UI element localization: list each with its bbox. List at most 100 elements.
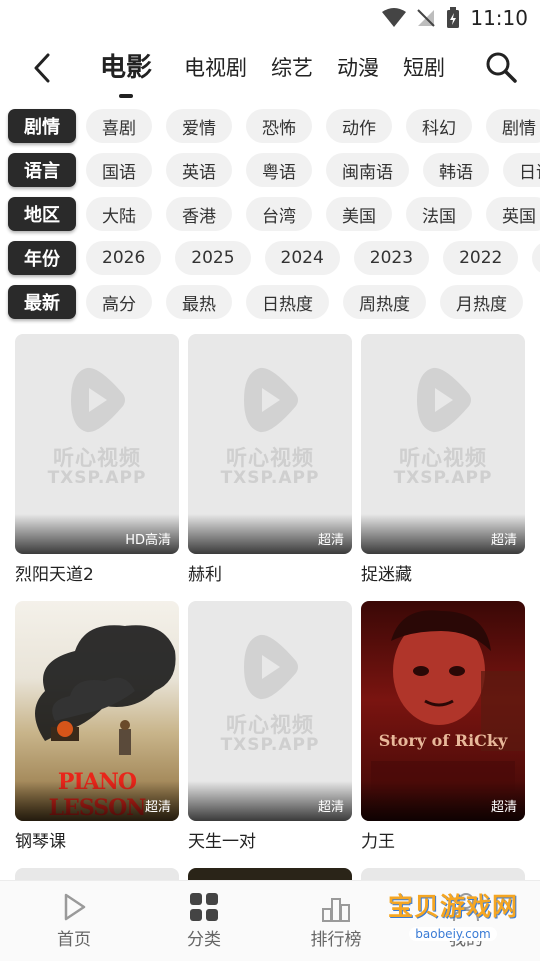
quality-badge: HD高清 bbox=[125, 533, 171, 548]
movie-card[interactable]: PIANO LESSON 超清 钢琴课 bbox=[15, 601, 179, 853]
filter-panel: 剧情 喜剧 爱情 恐怖 动作 科幻 剧情 语言 国语 英语 粤语 闽南语 韩语 … bbox=[0, 104, 540, 324]
watermark-logo: 宝贝游戏网 baobeiy.com bbox=[388, 887, 518, 942]
quality-badge: 超清 bbox=[317, 533, 344, 548]
movie-card-partial[interactable] bbox=[188, 868, 352, 880]
movie-card[interactable]: 听心视频 TXSP.APP 超清 赫利 bbox=[188, 334, 352, 586]
bottom-nav-label: 首页 bbox=[57, 930, 91, 950]
quality-badge: 超清 bbox=[490, 800, 517, 815]
filter-chip[interactable]: 英国 bbox=[486, 197, 540, 231]
ranking-icon bbox=[322, 898, 350, 922]
filter-row-year: 年份 2026 2025 2024 2023 2022 2021 bbox=[0, 236, 540, 280]
tab-short-drama[interactable]: 短剧 bbox=[403, 46, 445, 90]
poster-image: PIANO LESSON 超清 bbox=[15, 601, 179, 821]
poster-placeholder bbox=[361, 868, 525, 880]
filter-chip[interactable]: 2024 bbox=[264, 241, 340, 275]
bottom-nav-ranking[interactable]: 排行榜 bbox=[276, 891, 396, 950]
category-tabs: 电影 电视剧 综艺 动漫 短剧 bbox=[92, 46, 469, 98]
filter-chip[interactable]: 粤语 bbox=[246, 153, 312, 187]
filter-row-genre: 剧情 喜剧 爱情 恐怖 动作 科幻 剧情 bbox=[0, 104, 540, 148]
quality-badge: 超清 bbox=[317, 800, 344, 815]
tab-anime[interactable]: 动漫 bbox=[337, 46, 379, 90]
movie-title: 烈阳天道2 bbox=[15, 565, 94, 585]
movie-card-partial[interactable] bbox=[15, 868, 179, 880]
status-icons: 11:10 bbox=[382, 6, 528, 30]
poster-placeholder: 听心视频 TXSP.APP 超清 bbox=[361, 334, 525, 554]
watermark-sub: baobeiy.com bbox=[409, 927, 497, 941]
filter-row-sort: 最新 高分 最热 日热度 周热度 月热度 bbox=[0, 280, 540, 324]
tab-movie[interactable]: 电影 bbox=[100, 46, 152, 98]
placeholder-brand-en: TXSP.APP bbox=[393, 468, 493, 488]
filter-label-year: 年份 bbox=[8, 241, 76, 275]
placeholder-brand-en: TXSP.APP bbox=[47, 468, 147, 488]
movie-title: 捉迷藏 bbox=[361, 565, 412, 585]
filter-chip[interactable]: 台湾 bbox=[246, 197, 312, 231]
bottom-nav-home[interactable]: 首页 bbox=[14, 891, 134, 950]
search-icon bbox=[486, 52, 517, 83]
filter-chip[interactable]: 美国 bbox=[326, 197, 392, 231]
filter-chip[interactable]: 喜剧 bbox=[86, 109, 152, 143]
filter-chip[interactable]: 爱情 bbox=[166, 109, 232, 143]
bottom-nav-label: 排行榜 bbox=[310, 930, 362, 950]
filter-chip[interactable]: 最热 bbox=[166, 285, 232, 319]
movie-card[interactable]: 听心视频 TXSP.APP 超清 天生一对 bbox=[188, 601, 352, 853]
filter-chip[interactable]: 2023 bbox=[353, 241, 430, 275]
filter-chip[interactable]: 剧情 bbox=[486, 109, 540, 143]
movie-title: 力王 bbox=[361, 832, 395, 852]
movie-title: 钢琴课 bbox=[15, 832, 66, 852]
filter-chip[interactable]: 2026 bbox=[86, 241, 162, 275]
play-logo-icon bbox=[244, 634, 298, 700]
top-nav: 电影 电视剧 综艺 动漫 短剧 bbox=[0, 38, 540, 102]
filter-label-region: 地区 bbox=[8, 197, 76, 231]
filter-chip[interactable]: 月热度 bbox=[440, 285, 523, 319]
filter-chip[interactable]: 2022 bbox=[443, 241, 519, 275]
poster-title-text: Story of RiCky bbox=[378, 731, 508, 750]
filter-chip[interactable]: 日语 bbox=[503, 153, 540, 187]
filter-chip[interactable]: 科幻 bbox=[406, 109, 472, 143]
movie-card[interactable]: 听心视频 TXSP.APP 超清 捉迷藏 bbox=[361, 334, 525, 586]
filter-chip[interactable]: 闽南语 bbox=[326, 153, 409, 187]
filter-chip[interactable]: 英语 bbox=[166, 153, 232, 187]
movie-card[interactable]: Story of RiCky 超清 力王 bbox=[361, 601, 525, 853]
quality-badge: 超清 bbox=[144, 800, 171, 815]
filter-chip[interactable]: 法国 bbox=[406, 197, 472, 231]
filter-chip[interactable]: 香港 bbox=[166, 197, 232, 231]
tab-tv-series[interactable]: 电视剧 bbox=[184, 46, 247, 90]
movie-title: 赫利 bbox=[188, 565, 222, 585]
filter-chip[interactable]: 国语 bbox=[86, 153, 152, 187]
filter-chip[interactable]: 韩语 bbox=[423, 153, 489, 187]
poster-placeholder bbox=[15, 868, 179, 880]
placeholder-brand-en: TXSP.APP bbox=[220, 468, 320, 488]
bottom-nav-category[interactable]: 分类 bbox=[144, 891, 264, 950]
search-button[interactable] bbox=[484, 50, 518, 84]
poster-image bbox=[188, 868, 352, 880]
filter-chip[interactable]: 恐怖 bbox=[246, 109, 312, 143]
filter-chip[interactable]: 2021 bbox=[532, 241, 540, 275]
filter-chip[interactable]: 动作 bbox=[326, 109, 392, 143]
filter-chip[interactable]: 高分 bbox=[86, 285, 152, 319]
play-logo-icon bbox=[244, 367, 298, 433]
movie-card-partial[interactable] bbox=[361, 868, 525, 880]
bottom-nav: 首页 分类 排行榜 我的 宝贝游戏网 baobeiy.com bbox=[0, 880, 540, 961]
placeholder-brand-en: TXSP.APP bbox=[220, 735, 320, 755]
play-logo-icon bbox=[417, 367, 471, 433]
filter-chip[interactable]: 大陆 bbox=[86, 197, 152, 231]
watermark-main: 宝贝游戏网 bbox=[387, 892, 518, 921]
filter-label-genre: 剧情 bbox=[8, 109, 76, 143]
filter-label-language: 语言 bbox=[8, 153, 76, 187]
filter-row-language: 语言 国语 英语 粤语 闽南语 韩语 日语 bbox=[0, 148, 540, 192]
movie-card[interactable]: 听心视频 TXSP.APP HD高清 烈阳天道2 bbox=[15, 334, 179, 586]
wifi-icon bbox=[382, 8, 407, 27]
poster-image: Story of RiCky 超清 bbox=[361, 601, 525, 821]
filter-label-sort: 最新 bbox=[8, 285, 76, 319]
movie-title: 天生一对 bbox=[188, 832, 256, 852]
play-outline-icon bbox=[64, 893, 86, 921]
filter-chip[interactable]: 2025 bbox=[175, 241, 251, 275]
status-bar: 11:10 bbox=[0, 0, 540, 36]
filter-chip[interactable]: 日热度 bbox=[246, 285, 329, 319]
filter-row-region: 地区 大陆 香港 台湾 美国 法国 英国 bbox=[0, 192, 540, 236]
filter-chip[interactable]: 周热度 bbox=[343, 285, 426, 319]
quality-badge: 超清 bbox=[490, 533, 517, 548]
tab-variety[interactable]: 综艺 bbox=[271, 46, 313, 90]
poster-placeholder: 听心视频 TXSP.APP 超清 bbox=[188, 334, 352, 554]
back-button[interactable] bbox=[26, 50, 58, 86]
